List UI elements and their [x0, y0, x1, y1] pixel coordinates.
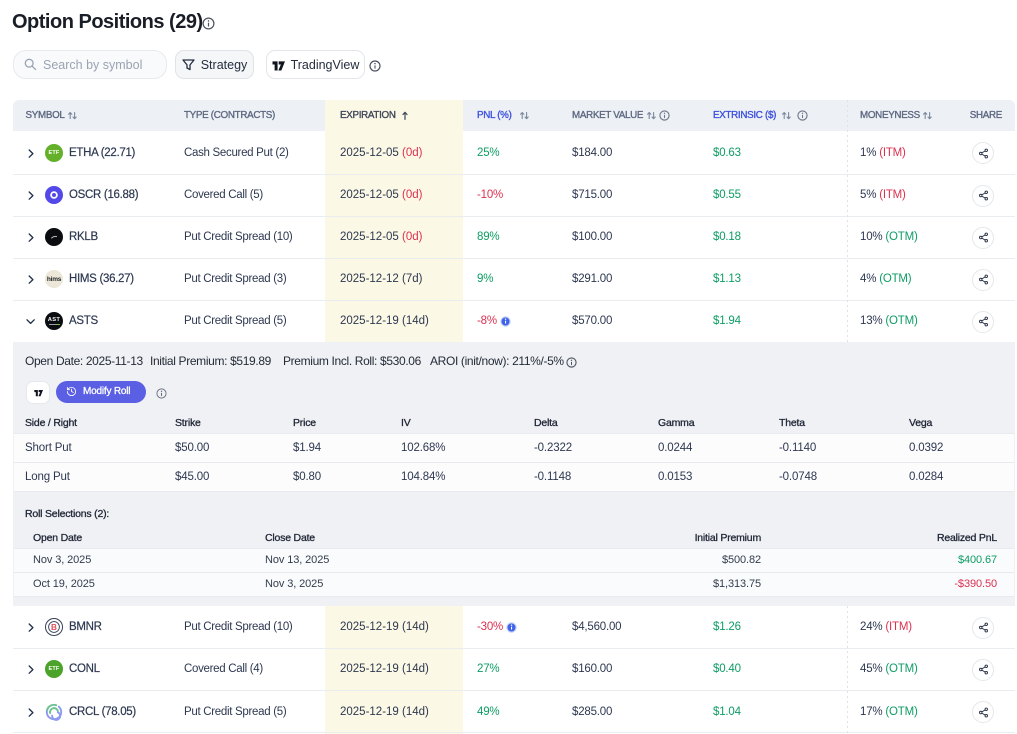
svg-text:B: B	[51, 623, 57, 632]
